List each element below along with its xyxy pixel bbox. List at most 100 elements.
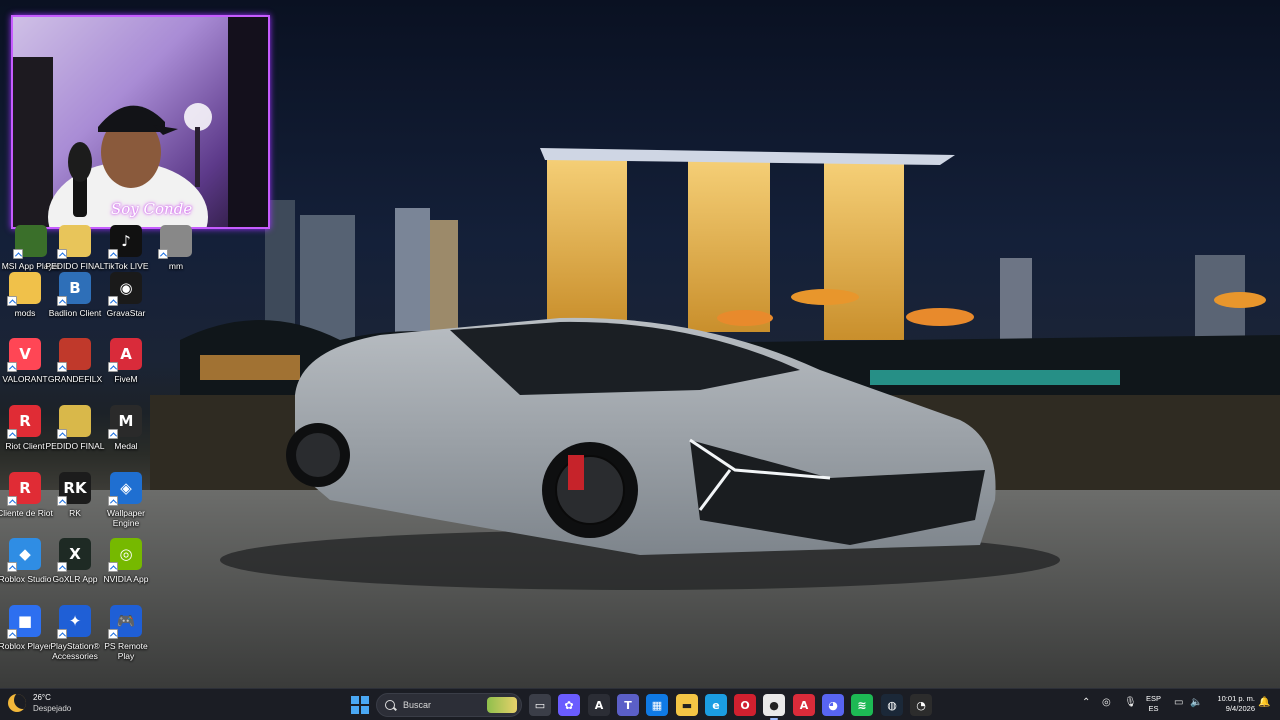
- volume-icon[interactable]: 🔈: [1190, 697, 1202, 708]
- tray-app-icon[interactable]: ◎: [1102, 697, 1111, 708]
- weather-temperature: 26°C: [33, 693, 51, 702]
- riot-client-icon: R: [7, 472, 41, 506]
- ps-remote-play-icon: 🎮: [108, 605, 142, 639]
- desktop-icon[interactable]: ◎ NVIDIA App: [95, 538, 157, 584]
- shortcut-arrow-icon: [57, 249, 67, 259]
- folder-icon: [57, 225, 91, 259]
- shortcut-arrow-icon: [57, 629, 67, 639]
- microphone-icon[interactable]: 🎙: [1124, 697, 1137, 708]
- windows-logo-pane: [351, 706, 359, 714]
- shortcut-arrow-icon: [7, 296, 17, 306]
- medal-icon: M: [108, 405, 142, 439]
- taskbar-teams-icon[interactable]: T: [617, 694, 639, 716]
- windows-logo-pane: [361, 706, 369, 714]
- desktop-icon[interactable]: M Medal: [95, 405, 157, 451]
- search-icon: [385, 700, 395, 710]
- weather-widget[interactable]: 26°C Despejado: [8, 692, 71, 714]
- goxlr-icon: X: [57, 538, 91, 572]
- taskbar-edge-icon[interactable]: e: [705, 694, 727, 716]
- desktop-icon-label: FiveM: [114, 374, 138, 384]
- badlion-client-icon: B: [57, 272, 91, 306]
- shortcut-arrow-icon: [7, 562, 17, 572]
- clock-date: 9/4/2026: [1225, 704, 1255, 713]
- valorant-icon: V: [7, 338, 41, 372]
- taskbar-search[interactable]: [376, 693, 522, 717]
- desktop-icon-label: mm: [168, 261, 184, 271]
- clock-time: 10:01 p. m.: [1217, 694, 1255, 703]
- msi-app-player-icon: [13, 225, 47, 259]
- taskbar-opera-icon[interactable]: O: [734, 694, 756, 716]
- shortcut-arrow-icon: [108, 429, 118, 439]
- network-icon[interactable]: ▭: [1174, 697, 1183, 708]
- playstation-accessories-icon: ✦: [57, 605, 91, 639]
- shortcut-arrow-icon: [108, 629, 118, 639]
- taskbar-microsoft-store-icon[interactable]: ▦: [646, 694, 668, 716]
- riot-client-icon: R: [7, 405, 41, 439]
- tiktok-live-icon: ♪: [108, 225, 142, 259]
- taskbar-copilot-icon[interactable]: ✿: [558, 694, 580, 716]
- search-input[interactable]: [403, 700, 487, 710]
- start-button[interactable]: [351, 696, 369, 714]
- windows-logo-icon: [351, 696, 359, 704]
- desktop-icon-label: Wallpaper Engine: [107, 508, 145, 528]
- shortcut-arrow-icon: [158, 249, 168, 259]
- taskbar-app-a-icon[interactable]: A: [588, 694, 610, 716]
- roblox-player-icon: ■: [7, 605, 41, 639]
- taskbar-fivem-taskbar-icon[interactable]: A: [793, 694, 815, 716]
- taskbar-task-view-icon[interactable]: ▭: [529, 694, 551, 716]
- folder-icon: [7, 272, 41, 306]
- shortcut-arrow-icon: [57, 362, 67, 372]
- taskbar: 26°C Despejado ▭✿AT▦▬eO●A◕≋◍◔ ⌃ ◎ 🎙 ESP …: [0, 688, 1280, 720]
- desktop-icon[interactable]: ◉ GravaStar: [95, 272, 157, 318]
- desktop-icon-label: GravaStar: [106, 308, 146, 318]
- taskbar-file-explorer-icon[interactable]: ▬: [676, 694, 698, 716]
- streamer-camera-feed: [13, 17, 268, 227]
- nvidia-icon: ◎: [108, 538, 142, 572]
- shortcut-arrow-icon: [108, 362, 118, 372]
- shortcut-arrow-icon: [57, 496, 67, 506]
- grandefilx-icon: [57, 338, 91, 372]
- shortcut-arrow-icon: [57, 296, 67, 306]
- shortcut-arrow-icon: [7, 429, 17, 439]
- shortcut-arrow-icon: [108, 296, 118, 306]
- taskbar-obs-icon[interactable]: ◔: [910, 694, 932, 716]
- folder-icon: [57, 405, 91, 439]
- rk-icon: RK: [57, 472, 91, 506]
- shortcut-arrow-icon: [108, 562, 118, 572]
- shortcut-arrow-icon: [57, 562, 67, 572]
- file-icon: [158, 225, 192, 259]
- shortcut-arrow-icon: [108, 249, 118, 259]
- taskbar-discord-icon[interactable]: ◕: [822, 694, 844, 716]
- taskbar-spotify-icon[interactable]: ≋: [851, 694, 873, 716]
- input-language-indicator[interactable]: ESP ES: [1146, 694, 1161, 714]
- language-code: ESP: [1146, 694, 1162, 703]
- taskbar-chrome-icon[interactable]: ●: [763, 694, 785, 720]
- webcam-overlay: Soy Conde: [11, 15, 270, 229]
- windows-logo-pane: [361, 696, 369, 704]
- taskbar-steam-icon[interactable]: ◍: [881, 694, 903, 716]
- wallpaper-engine-icon: ◈: [108, 472, 142, 506]
- shortcut-arrow-icon: [7, 362, 17, 372]
- fivem-icon: A: [108, 338, 142, 372]
- desktop-icon[interactable]: 🎮 PS Remote Play: [95, 605, 157, 661]
- desktop-icon-label: Medal: [114, 441, 138, 451]
- desktop-icon[interactable]: mm: [145, 225, 207, 271]
- tray-overflow-chevron-icon[interactable]: ⌃: [1082, 697, 1090, 708]
- keyboard-layout-code: ES: [1148, 704, 1159, 713]
- notification-bell-icon[interactable]: 🔔: [1258, 697, 1270, 708]
- shortcut-arrow-icon: [57, 429, 67, 439]
- shortcut-arrow-icon: [13, 249, 23, 259]
- system-clock[interactable]: 10:01 p. m. 9/4/2026: [1205, 694, 1255, 714]
- desktop-icon-label: PS Remote Play: [104, 641, 148, 661]
- shortcut-arrow-icon: [7, 629, 17, 639]
- search-highlight-badge: [487, 697, 517, 713]
- webcam-name-overlay: Soy Conde: [111, 200, 193, 218]
- desktop-icon-label: NVIDIA App: [103, 574, 149, 584]
- gravastar-icon: ◉: [108, 272, 142, 306]
- weather-condition: Despejado: [33, 704, 72, 713]
- roblox-studio-icon: ◆: [7, 538, 41, 572]
- desktop-icon[interactable]: A FiveM: [95, 338, 157, 384]
- desktop-icon[interactable]: ◈ Wallpaper Engine: [95, 472, 157, 528]
- moon-weather-icon: [8, 694, 26, 712]
- shortcut-arrow-icon: [108, 496, 118, 506]
